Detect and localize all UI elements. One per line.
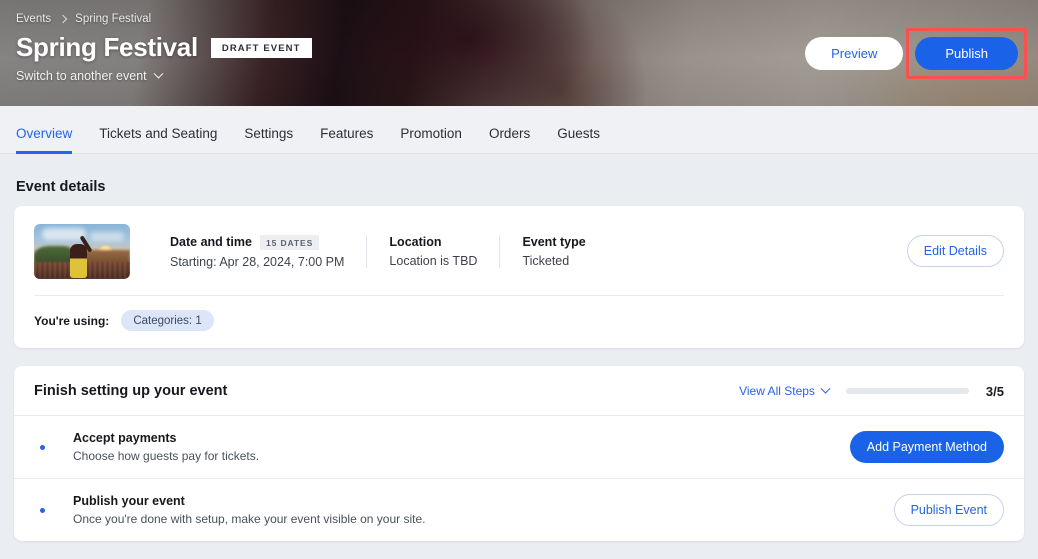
page-title: Spring Festival xyxy=(16,32,198,62)
bullet-dot-icon xyxy=(40,444,45,450)
youre-using-row: You're using: Categories: 1 xyxy=(14,296,1024,348)
field-value: Location is TBD xyxy=(389,254,478,268)
task-title: Publish your event xyxy=(73,494,185,508)
field-date-and-time: Date and time 15 DATES Starting: Apr 28,… xyxy=(170,234,366,269)
task-title: Accept payments xyxy=(73,431,177,445)
tab-features[interactable]: Features xyxy=(320,126,373,153)
switch-event-label: Switch to another event xyxy=(16,69,147,83)
tab-tickets-and-seating[interactable]: Tickets and Seating xyxy=(99,126,217,153)
tab-guests[interactable]: Guests xyxy=(557,126,600,153)
breadcrumb-item-events[interactable]: Events xyxy=(16,13,51,25)
tab-overview[interactable]: Overview xyxy=(16,126,73,154)
preview-button[interactable]: Preview xyxy=(805,37,904,70)
event-details-card: Date and time 15 DATES Starting: Apr 28,… xyxy=(14,206,1024,348)
youre-using-label: You're using: xyxy=(34,313,110,328)
task-row-publish-your-event: Publish your event Once you're done with… xyxy=(14,478,1024,541)
breadcrumb: Events Spring Festival xyxy=(16,13,1020,25)
setup-checklist-card: Finish setting up your event View All St… xyxy=(14,366,1024,541)
field-event-type: Event type Ticketed xyxy=(499,235,607,268)
field-label: Date and time xyxy=(170,235,252,249)
tab-settings[interactable]: Settings xyxy=(244,126,293,153)
event-details-heading: Event details xyxy=(16,179,106,195)
chevron-down-icon xyxy=(153,68,164,79)
event-thumbnail-image xyxy=(34,224,130,279)
add-payment-method-button[interactable]: Add Payment Method xyxy=(849,431,1004,463)
dates-count-badge: 15 DATES xyxy=(259,234,320,250)
event-fields: Date and time 15 DATES Starting: Apr 28,… xyxy=(170,234,1004,269)
setup-title: Finish setting up your event xyxy=(34,383,228,399)
view-all-steps-label: View All Steps xyxy=(739,384,815,398)
field-label: Location xyxy=(389,235,442,249)
categories-chip[interactable]: Categories: 1 xyxy=(121,310,214,331)
publish-button[interactable]: Publish xyxy=(915,37,1018,70)
edit-details-button[interactable]: Edit Details xyxy=(906,234,1004,267)
publish-event-button[interactable]: Publish Event xyxy=(893,494,1004,526)
status-badge: DRAFT EVENT xyxy=(210,37,312,58)
thumb-person xyxy=(70,244,87,278)
tab-bar: Overview Tickets and Seating Settings Fe… xyxy=(0,106,1038,154)
thumb-cloud-right xyxy=(90,232,124,241)
tab-orders[interactable]: Orders xyxy=(489,126,530,153)
field-value: Starting: Apr 28, 2024, 7:00 PM xyxy=(170,254,345,269)
setup-progress-count: 3/5 xyxy=(985,383,1004,399)
field-label: Event type xyxy=(522,235,586,249)
bullet-dot-icon xyxy=(40,507,45,513)
task-row-accept-payments: Accept payments Choose how guests pay fo… xyxy=(14,416,1024,478)
main-content: Event details Date and time 15 DATES Sta… xyxy=(0,179,1038,541)
publish-button-wrapper: Publish xyxy=(906,28,1027,79)
chevron-right-icon xyxy=(58,14,68,24)
tab-promotion[interactable]: Promotion xyxy=(400,126,462,153)
header-actions: Preview Publish xyxy=(805,28,1027,79)
field-location: Location Location is TBD xyxy=(366,235,499,268)
switch-event-dropdown[interactable]: Switch to another event xyxy=(16,68,1020,83)
view-all-steps-link[interactable]: View All Steps xyxy=(739,383,831,398)
breadcrumb-item-current[interactable]: Spring Festival xyxy=(75,13,151,25)
task-description: Once you're done with setup, make your e… xyxy=(73,512,426,526)
task-description: Choose how guests pay for tickets. xyxy=(73,449,260,463)
chevron-down-icon xyxy=(820,383,831,394)
event-header: Events Spring Festival Spring Festival D… xyxy=(0,0,1038,106)
field-value: Ticketed xyxy=(522,254,570,268)
setup-progress-bar xyxy=(845,388,969,394)
